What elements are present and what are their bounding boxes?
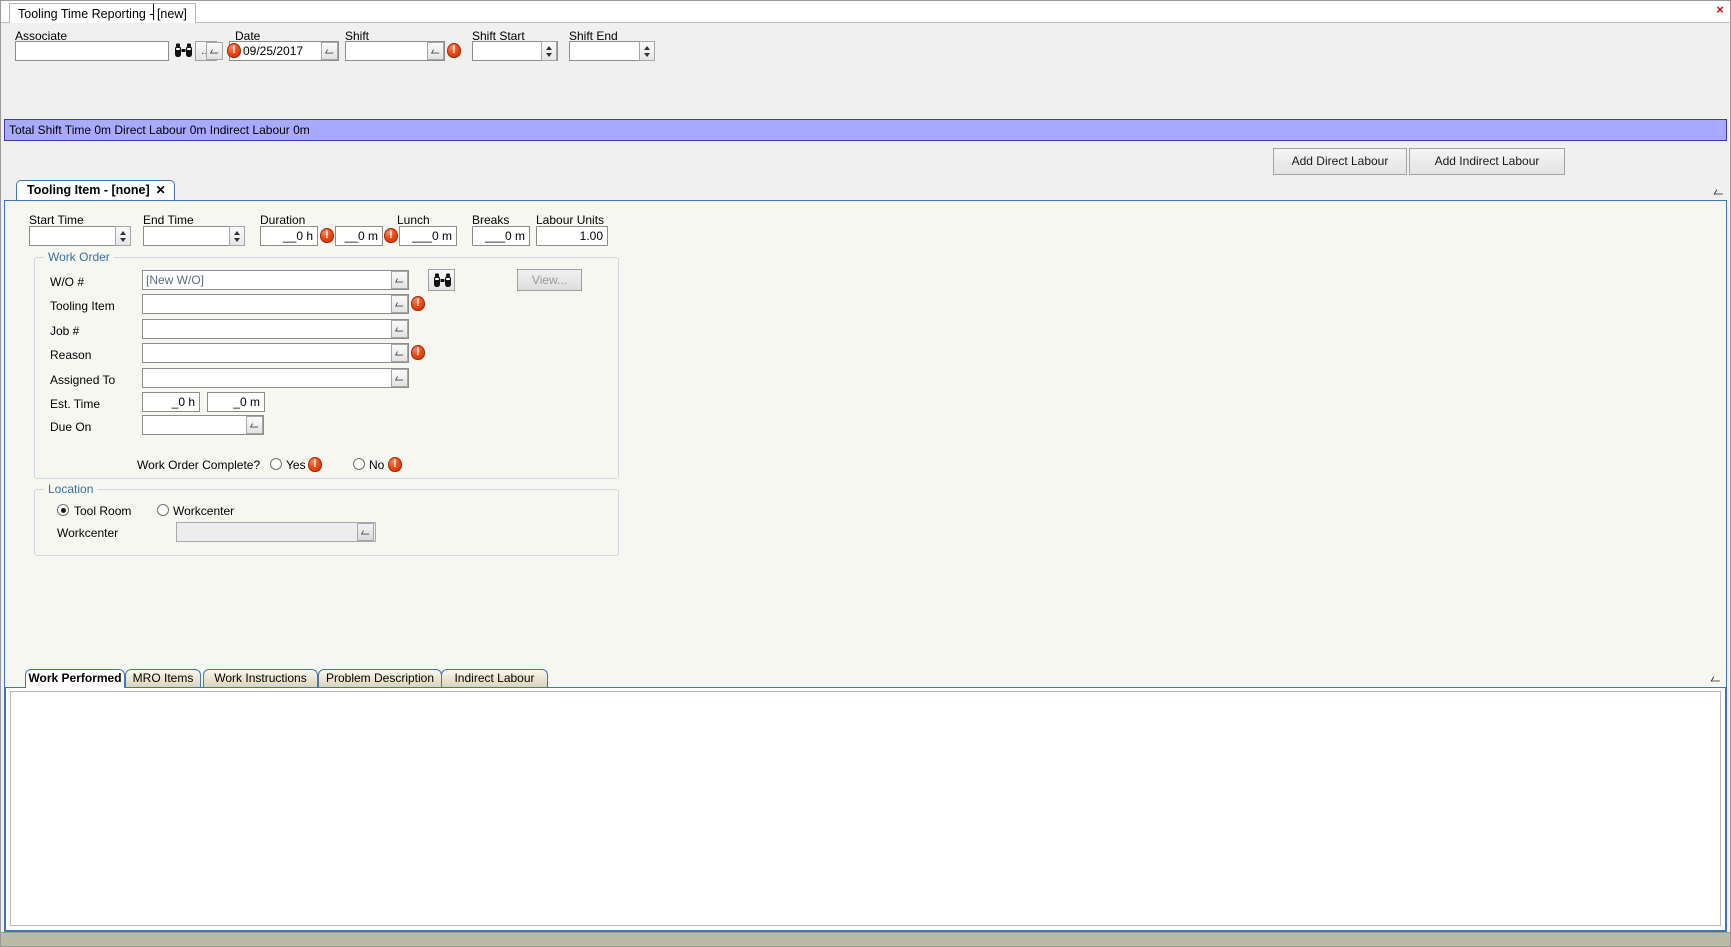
labour-units-label: Labour Units	[536, 213, 605, 227]
work-order-complete-yes-error-icon[interactable]	[308, 457, 322, 472]
wo-number-label: W/O #	[50, 275, 85, 289]
location-workcenter-radio[interactable]	[157, 504, 169, 516]
view-button[interactable]: View...	[517, 269, 582, 291]
work-detail-tabs: Work Performed MRO Items Work Instructio…	[5, 669, 1726, 931]
duration-minutes-error-icon[interactable]	[384, 228, 398, 243]
location-groupbox: Location Tool Room Workcenter Workcenter	[34, 482, 619, 556]
duration-minutes-input[interactable]: __0 m	[335, 226, 383, 246]
header-form: Associate ... Date 09/25/2017 Shift Shif	[1, 23, 1730, 119]
date-dropdown-icon[interactable]	[321, 42, 338, 60]
end-time-input[interactable]	[143, 226, 238, 246]
tooling-item-dropdown-icon[interactable]	[391, 295, 408, 313]
wo-search-button[interactable]	[428, 269, 455, 291]
reason-label: Reason	[50, 348, 92, 362]
duration-hours-error-icon[interactable]	[320, 228, 334, 243]
lunch-label: Lunch	[397, 213, 430, 227]
tooling-item-error-icon[interactable]	[411, 296, 425, 311]
end-time-spinner-icon[interactable]	[229, 226, 245, 246]
workcenter-input[interactable]	[176, 522, 376, 542]
associate-dropdown-icon[interactable]	[206, 42, 223, 60]
start-time-spinner-icon[interactable]	[115, 226, 131, 246]
work-detail-tab-body	[5, 687, 1726, 931]
tooling-time-reporting-window: Tooling Time Reporting - [new] × Associa…	[0, 0, 1731, 947]
tab-problem-description[interactable]: Problem Description	[318, 669, 442, 688]
status-bar	[1, 932, 1730, 946]
text-caret	[153, 4, 154, 20]
duration-hours-input[interactable]: __0 h	[260, 226, 318, 246]
shift-dropdown-icon[interactable]	[427, 42, 444, 60]
tab-tooling-item[interactable]: Tooling Item - [none] ✕	[16, 180, 175, 201]
work-order-complete-yes-radio[interactable]	[270, 458, 282, 470]
close-icon[interactable]: ×	[1713, 3, 1727, 17]
tab-tooling-item-label: Tooling Item - [none]	[27, 183, 150, 197]
est-time-label: Est. Time	[50, 397, 101, 411]
workcenter-dropdown-icon[interactable]	[357, 523, 374, 541]
associate-input[interactable]	[15, 41, 169, 61]
work-order-groupbox: Work Order W/O # [New W/O] View... Tooli…	[34, 250, 619, 479]
tab-indirect-labour[interactable]: Indirect Labour	[441, 669, 548, 688]
lunch-input[interactable]: ___0 m	[399, 226, 457, 246]
shift-end-spinner-icon[interactable]	[639, 41, 655, 61]
work-order-complete-no-radio[interactable]	[353, 458, 365, 470]
tab-mro-items[interactable]: MRO Items	[125, 669, 201, 688]
binoculars-icon[interactable]	[173, 42, 195, 60]
job-number-dropdown-icon[interactable]	[391, 320, 408, 338]
breaks-input[interactable]: ___0 m	[472, 226, 530, 246]
work-detail-tabstrip-chevron-down-icon[interactable]	[1710, 672, 1724, 685]
tab-work-performed[interactable]: Work Performed	[25, 669, 125, 688]
work-detail-tabstrip: Work Performed MRO Items Work Instructio…	[5, 669, 1726, 688]
tooling-item-tab-body: Start Time End Time Duration __0 h __0 m…	[4, 200, 1727, 932]
add-direct-labour-button[interactable]: Add Direct Labour	[1273, 148, 1407, 175]
tooling-item-tabstrip: Tooling Item - [none] ✕	[4, 180, 1727, 201]
workcenter-label: Workcenter	[57, 526, 119, 540]
document-tab[interactable]: Tooling Time Reporting - [new]	[9, 3, 196, 23]
location-tool-room-radio[interactable]	[57, 504, 69, 516]
breaks-label: Breaks	[472, 213, 510, 227]
job-number-input[interactable]	[142, 319, 409, 339]
date-error-icon[interactable]	[227, 43, 241, 58]
est-time-minutes-input[interactable]: _0 m	[207, 392, 265, 412]
tab-work-instructions[interactable]: Work Instructions	[203, 669, 318, 688]
wo-number-input[interactable]: [New W/O]	[142, 270, 409, 290]
location-group-title: Location	[44, 482, 98, 496]
assigned-to-label: Assigned To	[50, 373, 116, 387]
work-order-complete-no-error-icon[interactable]	[388, 457, 402, 472]
reason-dropdown-icon[interactable]	[391, 344, 408, 362]
binoculars-icon	[432, 272, 454, 290]
start-time-label: Start Time	[29, 213, 84, 227]
tooling-item-tabpanel: Tooling Item - [none] ✕ Start Time End Ti…	[4, 180, 1727, 932]
document-tab-label: Tooling Time Reporting - [new]	[18, 7, 187, 21]
reason-input[interactable]	[142, 343, 409, 363]
work-performed-editor[interactable]	[10, 691, 1721, 926]
shift-start-spinner-icon[interactable]	[541, 41, 557, 61]
add-indirect-labour-button[interactable]: Add Indirect Labour	[1409, 148, 1565, 175]
work-order-group-title: Work Order	[44, 250, 114, 264]
assigned-to-input[interactable]	[142, 368, 409, 388]
reason-error-icon[interactable]	[411, 345, 425, 360]
tabstrip-chevron-down-icon[interactable]	[1713, 184, 1727, 198]
est-time-hours-input[interactable]: _0 h	[142, 392, 200, 412]
due-on-label: Due On	[50, 420, 92, 434]
wo-number-dropdown-icon[interactable]	[391, 271, 408, 289]
job-number-label: Job #	[50, 324, 80, 338]
titlebar: Tooling Time Reporting - [new] ×	[1, 1, 1730, 23]
work-order-complete-yes-label: Yes	[286, 458, 306, 472]
tooling-item-input[interactable]	[142, 294, 409, 314]
work-order-complete-no-label: No	[369, 458, 385, 472]
location-workcenter-radio-label: Workcenter	[173, 504, 235, 518]
duration-label: Duration	[260, 213, 306, 227]
tooling-item-label: Tooling Item	[50, 299, 115, 313]
tab-close-icon[interactable]: ✕	[156, 183, 166, 197]
assigned-to-dropdown-icon[interactable]	[391, 369, 408, 387]
labour-buttons-row: Add Direct Labour Add Indirect Labour	[1, 148, 1730, 180]
work-order-complete-label: Work Order Complete?	[137, 458, 261, 472]
shift-summary-bar: Total Shift Time 0m Direct Labour 0m Ind…	[4, 119, 1727, 141]
shift-error-icon[interactable]	[447, 43, 461, 58]
location-tool-room-label: Tool Room	[74, 504, 132, 518]
labour-units-input[interactable]: 1.00	[536, 226, 608, 246]
due-on-dropdown-icon[interactable]	[246, 416, 263, 434]
end-time-label: End Time	[143, 213, 194, 227]
start-time-input[interactable]	[29, 226, 123, 246]
